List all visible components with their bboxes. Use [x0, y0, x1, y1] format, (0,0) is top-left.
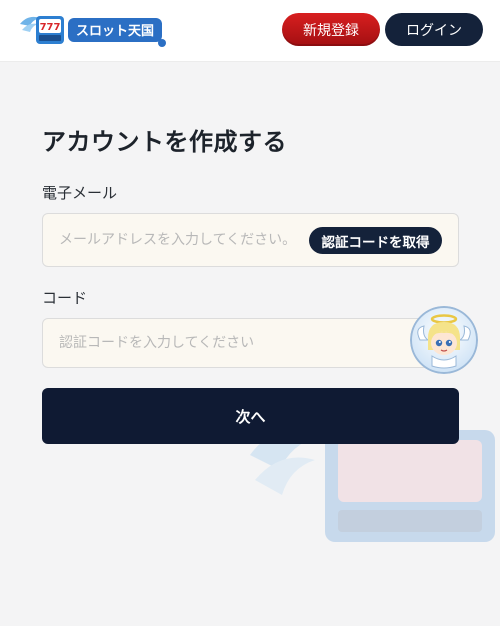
code-label: コード — [42, 289, 88, 307]
code-field-container — [42, 318, 459, 368]
next-button[interactable]: 次へ — [42, 388, 459, 444]
angel-mascot-icon[interactable] — [410, 306, 478, 374]
login-button[interactable]: ログイン — [385, 13, 483, 46]
site-header: 777 スロット天国 新規登録 ログイン — [0, 0, 500, 62]
site-logo[interactable]: 777 スロット天国 — [18, 10, 168, 48]
page-title: アカウントを作成する — [42, 128, 287, 156]
email-label: 電子メール — [42, 184, 118, 202]
register-button[interactable]: 新規登録 — [282, 13, 380, 46]
logo-badge: 777 — [40, 22, 61, 33]
get-code-button[interactable]: 認証コードを取得 — [309, 227, 442, 254]
logo-text: スロット天国 — [76, 24, 154, 39]
code-input[interactable] — [43, 319, 458, 367]
